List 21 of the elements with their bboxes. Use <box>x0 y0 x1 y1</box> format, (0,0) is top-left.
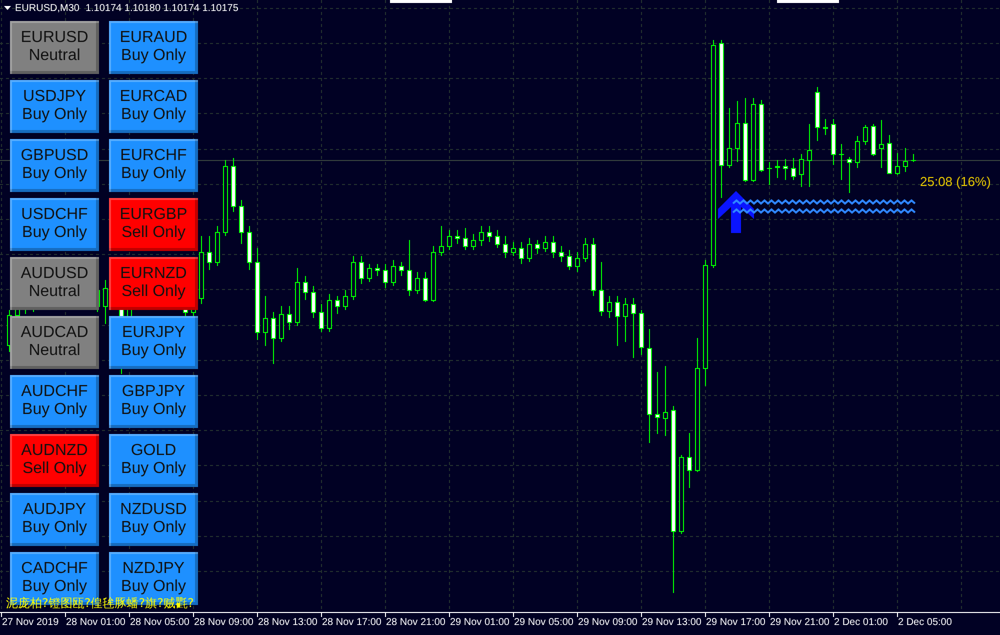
time-axis-label: 2 Dec 05:00 <box>898 616 952 629</box>
time-axis-label: 27 Nov 2019 <box>2 616 59 629</box>
time-axis-label: 28 Nov 13:00 <box>258 616 318 629</box>
time-axis-label: 29 Nov 13:00 <box>642 616 702 629</box>
time-axis-label: 28 Nov 01:00 <box>66 616 126 629</box>
time-axis-label: 28 Nov 05:00 <box>130 616 190 629</box>
time-axis-label: 29 Nov 09:00 <box>578 616 638 629</box>
top-edge-mark <box>390 0 452 3</box>
time-axis-label: 28 Nov 21:00 <box>386 616 446 629</box>
caret-icon[interactable] <box>4 6 11 10</box>
time-axis-label: 29 Nov 21:00 <box>770 616 830 629</box>
time-axis-label: 29 Nov 01:00 <box>450 616 510 629</box>
time-axis-label: 29 Nov 05:00 <box>514 616 574 629</box>
chart-symbol-period: EURUSD,M30 <box>15 2 80 14</box>
time-axis-label: 28 Nov 09:00 <box>194 616 254 629</box>
time-axis-label: 2 Dec 01:00 <box>834 616 888 629</box>
bar-timer: 25:08 (16%) <box>920 174 991 190</box>
chart-quotes: 1.10174 1.10180 1.10174 1.10175 <box>85 2 238 14</box>
time-axis-label: 29 Nov 17:00 <box>706 616 766 629</box>
top-edge-mark <box>777 0 839 3</box>
time-axis-label: 28 Nov 17:00 <box>322 616 382 629</box>
